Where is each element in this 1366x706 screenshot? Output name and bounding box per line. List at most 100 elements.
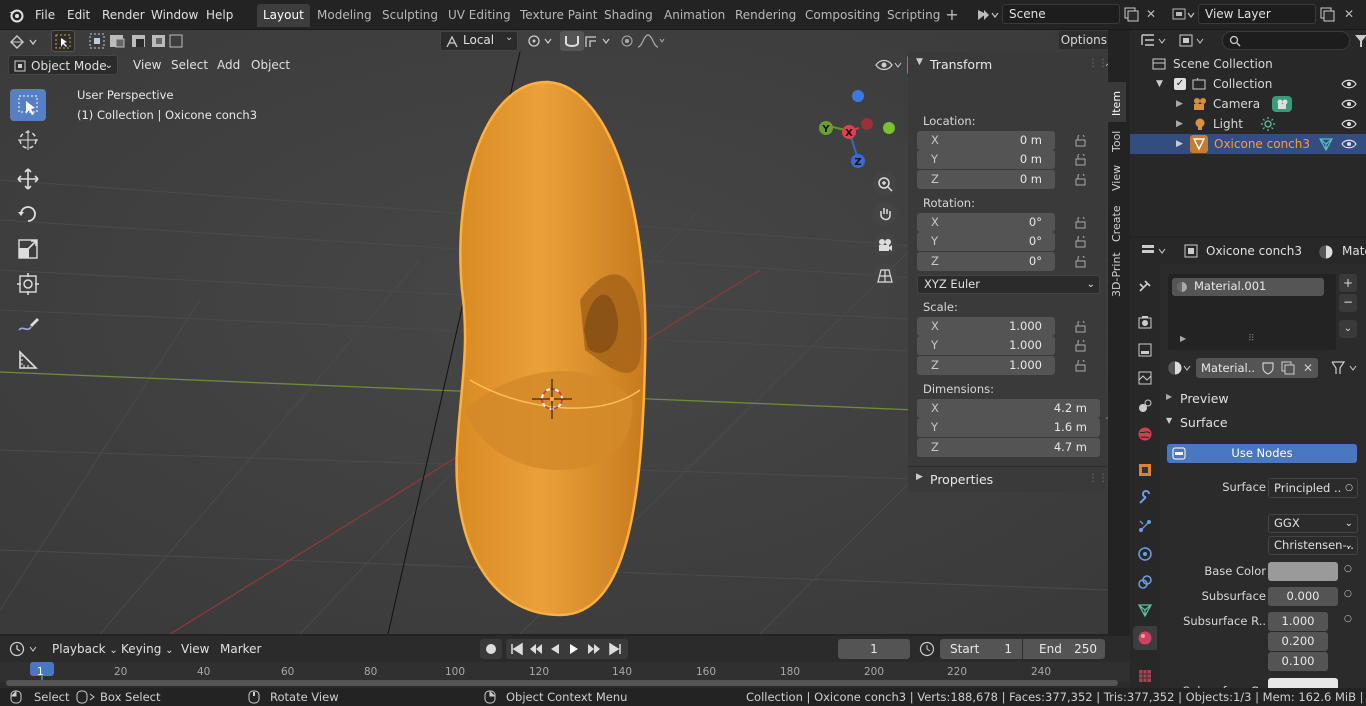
location-y-field[interactable]: Y0 m [917,150,1055,169]
disclosure-triangle-icon[interactable]: ▶ [1176,114,1183,134]
lock-icon[interactable] [1075,217,1089,229]
menu-help[interactable]: Help [203,5,236,25]
rotation-y-field[interactable]: Y 0° [917,232,1055,251]
snap-toggle-icon[interactable] [560,31,584,51]
sidebar-tab-view[interactable]: View [1108,164,1126,192]
playback-controls[interactable] [506,639,628,659]
remove-material-slot-button[interactable]: − [1339,294,1357,312]
tab-modeling[interactable]: Modeling [311,4,378,27]
tab-shading[interactable]: Shading [598,4,659,27]
material-slot-item[interactable]: Material.001 [1172,278,1324,296]
lock-icon[interactable] [1075,360,1089,372]
material-slot-list[interactable]: Material.001 ▶ ⠿ [1168,274,1336,350]
render-tab-icon[interactable] [1135,312,1155,332]
tool-scale[interactable] [10,233,46,265]
menu-window[interactable]: Window [148,5,201,25]
use-nodes-button[interactable]: Use Nodes [1167,444,1357,463]
socket-icon[interactable]: ○ [1344,589,1352,599]
filter-icon[interactable] [1354,32,1366,50]
editor-type-icon[interactable] [8,32,42,52]
drag-handle-icon[interactable]: ⋮⋮ [1088,473,1108,484]
distribution-dropdown[interactable]: GGX ⌄ [1268,514,1358,533]
rotation-z-field[interactable]: Z 0° [917,252,1055,271]
pivot-point-icon[interactable] [526,33,556,49]
material-tab-icon[interactable] [1135,628,1155,648]
eye-icon[interactable] [1341,119,1357,129]
record-button[interactable] [480,639,502,659]
tool-annotate[interactable] [10,309,46,341]
add-workspace-icon[interactable]: + [944,7,960,23]
playback-menu[interactable]: Playback ⌄ [46,639,124,659]
menu-view[interactable]: View [127,55,167,75]
selection-mode-buttons[interactable] [88,32,184,50]
visibility-toggle-icon[interactable] [874,56,902,74]
oxicone-conch3-object[interactable] [455,80,647,617]
remove-view-layer-icon[interactable]: ✕ [1340,5,1358,23]
select-tool-icon[interactable] [51,30,75,52]
subsurface-method-dropdown[interactable]: Christensen-.. ⌄ [1268,536,1358,555]
link-type-dropdown[interactable] [1328,358,1362,378]
view-layer-icon[interactable] [1170,5,1196,25]
pan-hand-icon[interactable] [873,202,897,226]
location-z-field[interactable]: Z0 m [917,170,1055,189]
dimensions-y-field[interactable]: Y 1.6 m [917,418,1100,437]
blender-logo-icon[interactable] [8,7,24,23]
tab-animation[interactable]: Animation [658,4,731,27]
snap-target-icon[interactable] [584,33,614,49]
menu-add[interactable]: Add [211,55,246,75]
output-tab-icon[interactable] [1135,340,1155,360]
scene-tab-icon[interactable] [1135,396,1155,416]
subsurface-color-swatch[interactable] [1268,678,1338,688]
menu-file[interactable]: File [32,5,58,25]
tab-texture-paint[interactable]: Texture Paint [514,4,603,27]
material-name-field[interactable]: Material.. [1196,358,1258,378]
perspective-toggle-icon[interactable] [873,264,897,288]
lock-icon[interactable] [1075,256,1089,268]
transform-orientation-dropdown[interactable]: Local ⌄ [440,31,518,51]
navigation-gizmo[interactable]: X Y Z [812,86,902,170]
marker-menu[interactable]: Marker [214,639,267,659]
eye-icon[interactable] [1341,99,1357,109]
outliner-editor-type-icon[interactable] [1140,32,1170,50]
view-layer-field[interactable]: View Layer [1198,4,1316,24]
tab-layout[interactable]: Layout [257,4,310,27]
tab-uv-editing[interactable]: UV Editing [442,4,517,27]
properties-editor-type-icon[interactable] [1140,242,1170,260]
remove-scene-icon[interactable]: ✕ [1142,5,1160,23]
object-data-tab-icon[interactable] [1135,600,1155,620]
view-layer-tab-icon[interactable] [1135,368,1155,388]
menu-edit[interactable]: Edit [64,5,93,25]
mesh-data-icon[interactable] [1318,137,1334,151]
current-frame-field[interactable]: 1 [838,639,910,659]
dimensions-x-field[interactable]: X 4.2 m [917,399,1100,418]
eye-icon[interactable] [1341,139,1357,149]
lock-icon[interactable] [1075,135,1089,147]
fake-user-icon[interactable] [1258,358,1278,378]
tab-sculpting[interactable]: Sculpting [376,4,444,27]
lock-icon[interactable] [1075,340,1089,352]
outliner-row-oxicone-conch3[interactable]: ▶ Oxicone conch3 [1130,134,1366,154]
lock-icon[interactable] [1075,321,1089,333]
surface-section-header[interactable]: ▼ Surface [1160,412,1366,434]
transform-panel-header[interactable]: ▼ Transform ⋮⋮ [908,52,1108,78]
properties-panel-header[interactable]: ▶ Properties ⋮⋮ [908,466,1108,492]
physics-tab-icon[interactable] [1135,544,1155,564]
display-mode-icon[interactable] [1178,32,1208,50]
modifier-tab-icon[interactable] [1135,488,1155,508]
world-tab-icon[interactable] [1135,424,1155,444]
timeline-scrollbar[interactable] [6,680,1118,686]
preview-section-header[interactable]: ▶ Preview [1160,388,1366,410]
timeline-editor-type-icon[interactable] [8,640,42,658]
sidebar-tab-tool[interactable]: Tool [1108,128,1126,154]
camera-view-icon[interactable] [873,233,897,257]
tool-select-box[interactable] [10,89,46,121]
menu-render[interactable]: Render [99,5,148,25]
tool-move[interactable] [10,163,46,195]
outliner-row-scene-collection[interactable]: Scene Collection [1130,54,1366,74]
object-tab-icon[interactable] [1135,460,1155,480]
lock-icon[interactable] [1075,174,1089,186]
particles-tab-icon[interactable] [1135,516,1155,536]
options-dropdown[interactable]: Options ⌄ [1058,30,1108,50]
outliner-row-camera[interactable]: ▶ Camera [1130,94,1366,114]
disclosure-triangle-icon[interactable]: ▶ [1176,134,1183,154]
